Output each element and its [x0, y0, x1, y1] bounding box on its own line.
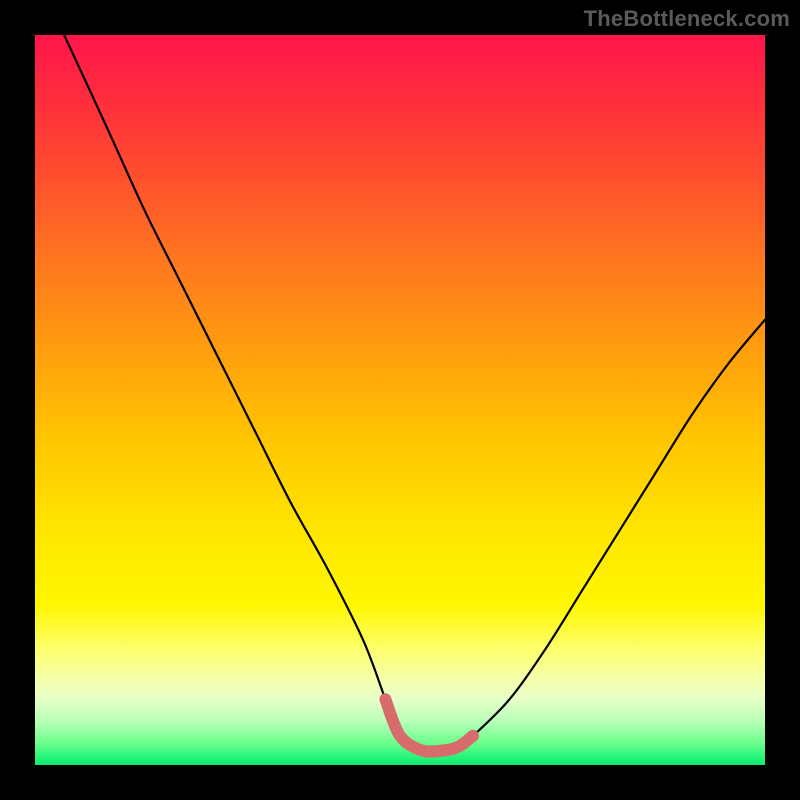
bottleneck-curve-path [64, 35, 765, 752]
optimal-zone-highlight-path [385, 699, 473, 751]
chart-frame: TheBottleneck.com [0, 0, 800, 800]
curve-svg [35, 35, 765, 765]
plot-area [35, 35, 765, 765]
watermark-text: TheBottleneck.com [584, 6, 790, 32]
